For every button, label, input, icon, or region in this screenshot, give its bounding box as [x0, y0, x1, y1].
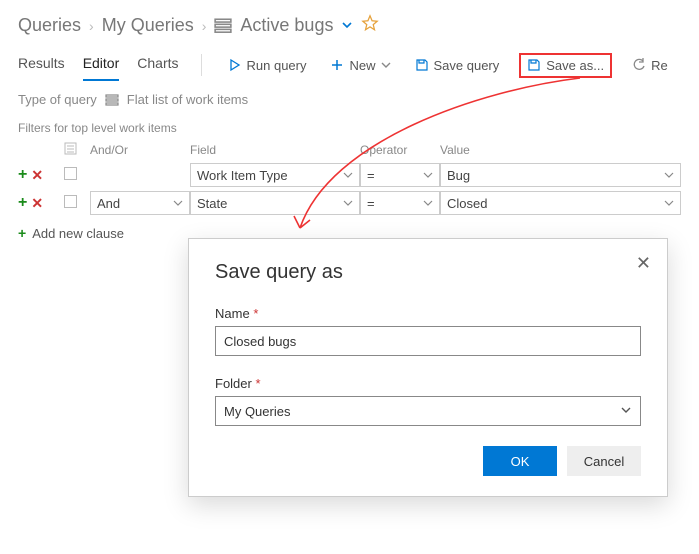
run-query-button[interactable]: Run query [224, 54, 311, 77]
delete-row-icon[interactable]: ✕ [31, 195, 43, 212]
cancel-button[interactable]: Cancel [567, 446, 641, 476]
save-as-label: Save as... [546, 58, 604, 73]
separator [201, 54, 202, 76]
delete-row-icon[interactable]: ✕ [31, 167, 43, 184]
chevron-down-icon [664, 196, 674, 211]
field-select[interactable]: Work Item Type [190, 163, 360, 187]
tab-results[interactable]: Results [18, 49, 65, 81]
value-select[interactable]: Closed [440, 191, 681, 215]
ok-button[interactable]: OK [483, 446, 557, 476]
filters-heading: Filters for top level work items [0, 117, 699, 139]
breadcrumb: Queries › My Queries › Active bugs [0, 0, 699, 45]
chevron-right-icon: › [202, 18, 207, 34]
run-query-label: Run query [247, 58, 307, 73]
chevron-down-icon [423, 196, 433, 211]
save-query-button[interactable]: Save query [411, 54, 504, 77]
andor-select[interactable]: And [90, 191, 190, 215]
query-type-label: Type of query [18, 92, 97, 107]
breadcrumb-root[interactable]: Queries [18, 15, 81, 36]
add-row-icon[interactable]: + [18, 194, 27, 212]
breadcrumb-my-queries[interactable]: My Queries [102, 15, 194, 36]
col-header-value: Value [440, 143, 681, 157]
add-row-icon[interactable]: + [18, 166, 27, 184]
col-header-field: Field [190, 143, 360, 157]
refresh-button[interactable]: Re [628, 54, 672, 77]
toolbar: Results Editor Charts Run query New Save… [0, 45, 699, 82]
new-label: New [349, 58, 375, 73]
required-asterisk: * [255, 376, 260, 391]
filter-row: + ✕ Work Item Type = Bug [18, 161, 681, 189]
operator-select[interactable]: = [360, 163, 440, 187]
chevron-down-icon [343, 196, 353, 211]
new-button[interactable]: New [326, 54, 394, 77]
plus-icon: + [18, 225, 26, 241]
col-header-andor: And/Or [90, 143, 190, 157]
filter-row: + ✕ And State = Closed [18, 189, 681, 217]
breadcrumb-title[interactable]: Active bugs [240, 15, 333, 36]
flat-list-icon [105, 93, 119, 107]
chevron-right-icon: › [89, 18, 94, 34]
checkbox-header-icon [64, 142, 77, 155]
name-label: Name [215, 306, 250, 321]
chevron-down-icon [381, 58, 391, 73]
query-type-value: Flat list of work items [127, 92, 248, 107]
chevron-down-icon [423, 168, 433, 183]
folder-select[interactable]: My Queries [215, 396, 641, 426]
save-query-label: Save query [434, 58, 500, 73]
row-checkbox[interactable] [64, 195, 77, 208]
close-icon[interactable]: ✕ [636, 253, 651, 274]
chevron-down-icon [664, 168, 674, 183]
operator-select[interactable]: = [360, 191, 440, 215]
chevron-down-icon [343, 168, 353, 183]
query-type-row: Type of query Flat list of work items [0, 82, 699, 117]
row-checkbox[interactable] [64, 167, 77, 180]
required-asterisk: * [253, 306, 258, 321]
dialog-title: Save query as [215, 261, 641, 284]
filter-grid: And/Or Field Operator Value + ✕ Work Ite… [0, 139, 699, 217]
name-input[interactable] [215, 326, 641, 356]
add-clause-label: Add new clause [32, 226, 124, 241]
favorite-star-icon[interactable] [361, 14, 379, 37]
tab-editor[interactable]: Editor [83, 49, 120, 81]
col-header-operator: Operator [360, 143, 440, 157]
chevron-down-icon [173, 196, 183, 211]
value-select[interactable]: Bug [440, 163, 681, 187]
refresh-label: Re [651, 58, 668, 73]
chevron-down-icon[interactable] [341, 15, 353, 36]
list-icon [214, 15, 232, 36]
field-select[interactable]: State [190, 191, 360, 215]
folder-label: Folder [215, 376, 252, 391]
save-as-dialog: ✕ Save query as Name * Folder * My Queri… [188, 238, 668, 497]
chevron-down-icon [620, 404, 632, 419]
tab-charts[interactable]: Charts [137, 49, 178, 81]
save-as-button[interactable]: Save as... [519, 53, 612, 78]
